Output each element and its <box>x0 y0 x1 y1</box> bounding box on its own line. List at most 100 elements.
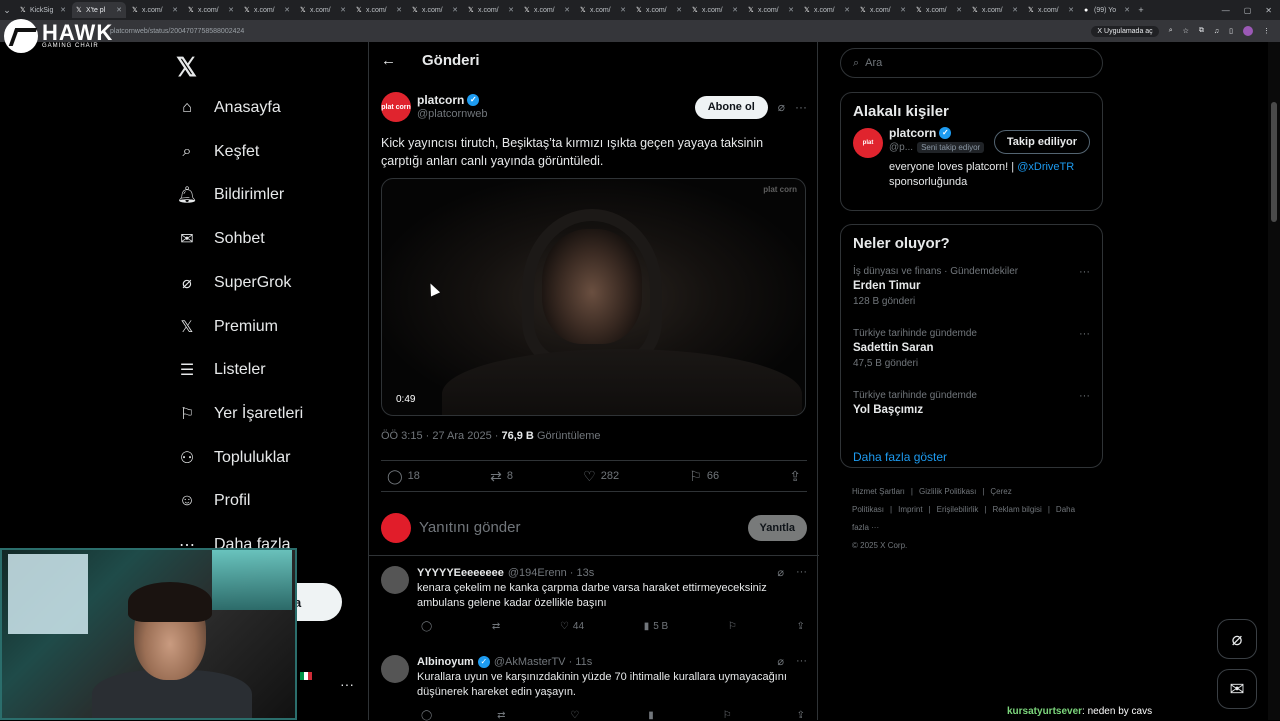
more-options-icon[interactable]: ··· <box>795 100 807 114</box>
footer-link[interactable]: Erişilebilirlik <box>937 505 979 514</box>
like-action[interactable]: ♡ 44 <box>560 621 584 632</box>
show-more-link[interactable]: Daha fazla göster <box>841 446 1102 478</box>
tab-close-icon[interactable]: ✕ <box>732 6 738 14</box>
reply-icon[interactable]: ◯ <box>421 621 432 632</box>
nav-item-bell[interactable]: 🔔︎ Bildirimler <box>176 184 284 206</box>
nav-item-profile[interactable]: ☺ Profil <box>176 490 251 512</box>
browser-tab[interactable]: 𝕏x.com/ ✕ <box>128 2 182 18</box>
footer-link[interactable]: Hizmet Şartları <box>852 487 905 496</box>
reply-author-name[interactable]: Albinoyum <box>417 656 474 668</box>
browser-tab[interactable]: 𝕏x.com/ ✕ <box>632 2 686 18</box>
url-text[interactable]: platcornweb/status/2004707758588002424 <box>110 28 244 35</box>
footer-link[interactable]: © 2025 X Corp. <box>852 541 907 550</box>
tab-close-icon[interactable]: ✕ <box>508 6 514 14</box>
author-avatar[interactable]: plat corn <box>381 92 411 122</box>
my-avatar[interactable] <box>381 512 411 543</box>
reply-icon[interactable]: ◯ <box>421 710 432 721</box>
bookmark-icon[interactable]: ⚐ <box>728 621 737 632</box>
minimize-icon[interactable]: — <box>1222 6 1230 15</box>
browser-tab[interactable]: 𝕏x.com/ ✕ <box>464 2 518 18</box>
trend-item[interactable]: İş dünyası ve finans · Gündemdekiler Erde… <box>841 260 1102 322</box>
zoom-icon[interactable]: ⌕ <box>1169 27 1173 35</box>
browser-tab[interactable]: 𝕏x.com/ ✕ <box>744 2 798 18</box>
reply-avatar[interactable] <box>381 566 409 594</box>
reply-submit-button[interactable]: Yanıtla <box>747 514 807 541</box>
more-options-icon[interactable]: ··· <box>796 655 807 668</box>
trend-item[interactable]: Türkiye tarihinde gündemde Sadettin Saran… <box>841 322 1102 384</box>
tab-close-icon[interactable]: ✕ <box>1068 6 1074 14</box>
repost-action[interactable]: ⇄ 8 <box>490 468 513 485</box>
browser-tab[interactable]: 𝕏x.com/ ✕ <box>968 2 1022 18</box>
related-person[interactable]: plat platcorn ✓ @p... Seni takip ediyor Ta… <box>841 120 1102 194</box>
following-button[interactable]: Takip ediliyor <box>993 130 1090 154</box>
page-scrollbar[interactable] <box>1268 42 1280 720</box>
account-more-icon[interactable]: ··· <box>340 676 354 692</box>
nav-item-x[interactable]: 𝕏 Premium <box>176 316 278 338</box>
tab-close-icon[interactable]: ✕ <box>340 6 346 14</box>
grok-icon[interactable]: ⌀ <box>777 655 784 668</box>
reply-author-name[interactable]: YYYYYEeeeeeee <box>417 567 504 579</box>
post-time[interactable]: ÖÖ 3:15 · 27 Ara 2025 · <box>381 430 501 442</box>
browser-tab[interactable]: 𝕏x.com/ ✕ <box>520 2 574 18</box>
trend-item[interactable]: Türkiye tarihinde gündemde Yol Başçımız ··… <box>841 384 1102 446</box>
messages-fab-icon[interactable]: ✉ <box>1217 669 1257 709</box>
tab-close-icon[interactable]: ✕ <box>844 6 850 14</box>
share-action[interactable]: ⇪ <box>789 468 801 485</box>
like-action[interactable]: ♡ <box>570 710 583 721</box>
browser-tab[interactable]: 𝕏x.com/ ✕ <box>856 2 910 18</box>
nav-item-bookmark[interactable]: ⚐ Yer İşaretleri <box>176 403 303 425</box>
tab-close-icon[interactable]: ✕ <box>116 6 122 14</box>
extensions-icon[interactable]: ⧉ <box>1199 27 1204 35</box>
nav-item-home[interactable]: ⌂ Anasayfa <box>176 97 281 119</box>
search-input[interactable]: Ara <box>865 57 882 69</box>
profile-avatar[interactable] <box>1243 26 1253 36</box>
reply-item[interactable]: Albinoyum ✓ @AkMasterTV · 11s ⌀ ··· Kurallara… <box>369 655 819 721</box>
browser-tab[interactable]: 𝕏x.com/ ✕ <box>576 2 630 18</box>
open-in-app-button[interactable]: X Uygulamada aç <box>1091 25 1159 37</box>
tab-close-icon[interactable]: ✕ <box>60 6 66 14</box>
bookmark-icon[interactable]: ⚐ <box>723 710 732 721</box>
nav-item-communities[interactable]: ⚇ Topluluklar <box>176 447 291 469</box>
bio-link[interactable]: @xDriveTR <box>1017 161 1074 173</box>
star-icon[interactable]: ☆ <box>1183 27 1189 35</box>
browser-tab[interactable]: 𝕏x.com/ ✕ <box>408 2 462 18</box>
browser-tab[interactable]: 𝕏x.com/ ✕ <box>1024 2 1078 18</box>
share-icon[interactable]: ⇪ <box>797 710 805 721</box>
address-bar[interactable]: platcornweb/status/2004707758588002424 X… <box>0 20 1280 42</box>
tab-close-icon[interactable]: ✕ <box>452 6 458 14</box>
author-handle[interactable]: @platcornweb <box>417 107 487 121</box>
like-action[interactable]: ♡ 282 <box>583 468 619 485</box>
tab-close-icon[interactable]: ✕ <box>1124 6 1130 14</box>
media-icon[interactable]: ♫ <box>1214 28 1219 35</box>
sidebar-icon[interactable]: ▯ <box>1229 27 1233 35</box>
views-action[interactable]: ▮ <box>648 710 658 721</box>
more-options-icon[interactable]: ··· <box>796 566 807 579</box>
repost-icon[interactable]: ⇄ <box>492 621 500 632</box>
tab-close-icon[interactable]: ✕ <box>284 6 290 14</box>
repost-icon[interactable]: ⇄ <box>497 710 505 721</box>
footer-link[interactable]: Imprint <box>898 505 922 514</box>
bookmark-action[interactable]: ⚐ 66 <box>689 468 719 485</box>
browser-tab[interactable]: 𝕏x.com/ ✕ <box>912 2 966 18</box>
more-options-icon[interactable]: ··· <box>1079 390 1090 402</box>
maximize-icon[interactable]: ▢ <box>1244 6 1252 15</box>
close-icon[interactable]: ✕ <box>1265 6 1272 15</box>
tab-close-icon[interactable]: ✕ <box>956 6 962 14</box>
tab-close-icon[interactable]: ✕ <box>228 6 234 14</box>
author-name[interactable]: platcorn <box>417 93 464 107</box>
share-icon[interactable]: ⇪ <box>797 621 805 632</box>
tab-close-icon[interactable]: ✕ <box>564 6 570 14</box>
search-box[interactable]: ⌕ Ara <box>840 48 1103 78</box>
grok-icon[interactable]: ⌀ <box>777 566 784 579</box>
browser-tab[interactable]: 𝕏x.com/ ✕ <box>240 2 294 18</box>
browser-tab[interactable]: 𝕏x.com/ ✕ <box>296 2 350 18</box>
reply-action[interactable]: ◯ 18 <box>387 468 420 485</box>
browser-tab[interactable]: ● (99) Yo ✕ <box>1080 2 1134 18</box>
nav-item-grok[interactable]: ⌀ SuperGrok <box>176 272 291 294</box>
menu-icon[interactable]: ⋮ <box>1263 27 1270 35</box>
browser-tab[interactable]: 𝕏x.com/ ✕ <box>184 2 238 18</box>
reply-input[interactable]: Yanıtını gönder <box>419 519 520 536</box>
grok-fab-icon[interactable]: ⌀ <box>1217 619 1257 659</box>
nav-item-mail[interactable]: ✉ Sohbet <box>176 228 264 250</box>
video-player[interactable]: plat corn 0:49 <box>381 178 806 416</box>
